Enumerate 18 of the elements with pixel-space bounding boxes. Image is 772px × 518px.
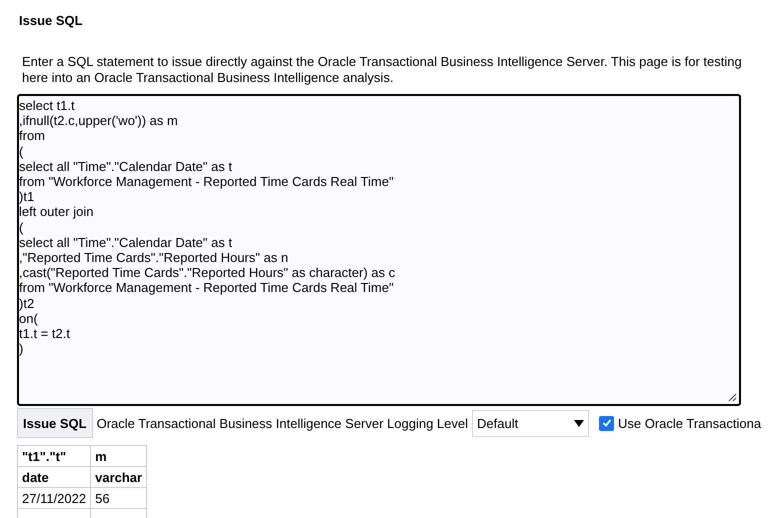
sql-input-field[interactable]: select t1.t ,ifnull(t2.c,upper('wo')) as m from ( select all "Time"."Calendar Date" as t from "Workforce Management - Reported Time Cards Real Time" )t1 left outer join ( select all "Time"."Calendar Date" as t ,"Reported Time Cards"."Reported Hours" as n ,cast("Reported Time Cards"."Reported Hours" as character) as c from "Workforce Management - Reported Time Cards Real Time" )t2 on( t1.t = t2.t ) xyxy=(17,94,741,406)
description-text: Enter a SQL statement to issue directly against the Oracle Transactional Business Intelligence Server. This page is for testing xyxy=(22,54,742,70)
logging-level-label: Oracle Transactional Business Intelligence Server Logging Level xyxy=(96,416,468,430)
table-cell: 56 xyxy=(90,488,147,508)
column-header: "t1"."t" xyxy=(18,446,91,466)
column-type: varchar xyxy=(90,466,147,488)
checkbox[interactable] xyxy=(599,416,614,430)
checkmark-icon xyxy=(602,418,612,428)
table-cell: 27/11/2022 xyxy=(18,488,91,508)
issue-sql-button[interactable]: Issue SQL xyxy=(17,408,93,438)
description-text: here into an Oracle Transactional Business Intelligence analysis. xyxy=(22,70,394,86)
dropdown-caret-icon xyxy=(574,420,584,426)
column-header: m xyxy=(90,446,147,466)
page-title: Issue SQL xyxy=(19,13,83,28)
logging-level-dropdown[interactable]: Default xyxy=(472,410,590,436)
resize-grip-icon[interactable] xyxy=(727,392,737,402)
column-type: date xyxy=(18,466,91,488)
checkbox-label: Use Oracle Transactiona xyxy=(618,416,762,430)
